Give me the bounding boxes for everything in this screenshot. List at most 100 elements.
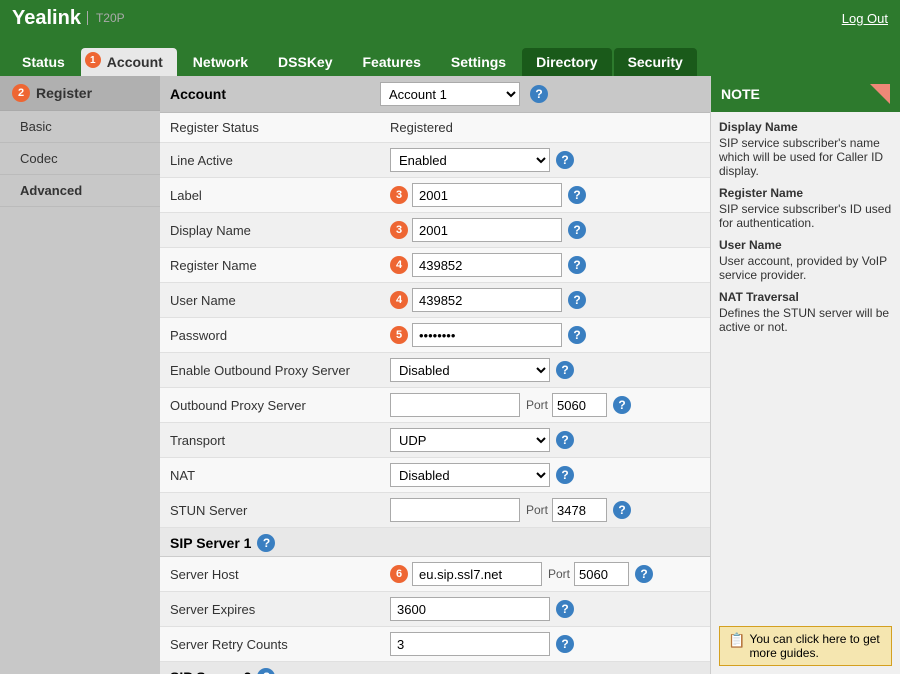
sip-server1-header: SIP Server 1 ? [160,528,710,557]
outbound-proxy-enable-select[interactable]: Disabled Enabled [390,358,550,382]
register-name-input[interactable] [412,253,562,277]
sip-server2-help[interactable]: ? [257,668,275,674]
sip1-port-label: Port [548,567,570,581]
account-select[interactable]: Account 1 Account 2 Account 3 Account 4 … [380,82,520,106]
register-status-row: Register Status Registered [160,113,710,143]
user-name-input[interactable] [412,288,562,312]
sip1-expires-help[interactable]: ? [556,600,574,618]
transport-row: Transport UDP TCP TLS DNS-NAPTR ? [160,423,710,458]
top-header: Yealink T20P Log Out [0,0,900,36]
note-guide-text: You can click here to get more guides. [749,632,883,660]
sip1-host-input[interactable] [412,562,542,586]
tab-features[interactable]: Features [349,48,435,76]
register-status-value: Registered [390,120,453,135]
tab-directory[interactable]: Directory [522,48,611,76]
display-name-help[interactable]: ? [568,221,586,239]
display-name-input[interactable] [412,218,562,242]
register-status-label: Register Status [170,120,390,135]
outbound-port-input[interactable] [552,393,607,417]
sip-server2-header: SIP Server 2 ? [160,662,710,674]
outbound-proxy-help[interactable]: ? [613,396,631,414]
nat-help[interactable]: ? [556,466,574,484]
transport-select[interactable]: UDP TCP TLS DNS-NAPTR [390,428,550,452]
outbound-proxy-server-input[interactable] [390,393,520,417]
sip1-host-help[interactable]: ? [635,565,653,583]
model-name: T20P [87,11,125,25]
register-name-help[interactable]: ? [568,256,586,274]
sip-server1-help[interactable]: ? [257,534,275,552]
sip1-expires-label: Server Expires [170,602,390,617]
sip-server1-title: SIP Server 1 [170,535,251,551]
sidebar-item-codec[interactable]: Codec [0,143,160,175]
stun-server-input[interactable] [390,498,520,522]
register-name-row: Register Name 4 ? [160,248,710,283]
password-row: Password 5 ? [160,318,710,353]
transport-label: Transport [170,433,390,448]
sip1-port-input[interactable] [574,562,629,586]
brand-name: Yealink [12,7,81,30]
form-body: Register Status Registered Line Active E… [160,113,710,674]
tab-status[interactable]: Status [8,48,79,76]
outbound-proxy-enable-label: Enable Outbound Proxy Server [170,363,390,378]
outbound-proxy-enable-help[interactable]: ? [556,361,574,379]
line-active-select[interactable]: Enabled Disabled [390,148,550,172]
logout-button[interactable]: Log Out [842,11,888,26]
nav-bar: Status 1 Account Network DSSKey Features… [0,36,900,76]
label-input[interactable] [412,183,562,207]
note-nat-text: Defines the STUN server will be active o… [719,306,892,334]
tab-dsskey[interactable]: DSSKey [264,48,346,76]
note-register-name-text: SIP service subscriber's ID used for aut… [719,202,892,230]
password-label: Password [170,328,390,343]
sip1-retry-help[interactable]: ? [556,635,574,653]
label-badge: 3 [390,186,408,204]
stun-server-row: STUN Server Port ? [160,493,710,528]
sip1-host-label: Server Host [170,567,390,582]
transport-help[interactable]: ? [556,431,574,449]
password-help[interactable]: ? [568,326,586,344]
nat-row: NAT Disabled Enabled ? [160,458,710,493]
outbound-proxy-server-label: Outbound Proxy Server [170,398,390,413]
password-input[interactable] [412,323,562,347]
sip1-host-row: Server Host 6 Port ? [160,557,710,592]
main-layout: 2 Register Basic Codec Advanced Account … [0,76,900,674]
line-active-help[interactable]: ? [556,151,574,169]
note-display-name-text: SIP service subscriber's name which will… [719,136,892,178]
outbound-proxy-enable-row: Enable Outbound Proxy Server Disabled En… [160,353,710,388]
stun-help[interactable]: ? [613,501,631,519]
display-name-label: Display Name [170,223,390,238]
register-name-label: Register Name [170,258,390,273]
tab-network[interactable]: Network [179,48,262,76]
sidebar-register-section[interactable]: 2 Register [0,76,160,111]
tab-account[interactable]: 1 Account [81,48,177,76]
register-name-badge: 4 [390,256,408,274]
sip1-retry-input[interactable] [390,632,550,656]
stun-server-label: STUN Server [170,503,390,518]
account-help-icon[interactable]: ? [530,85,548,103]
sip1-host-badge: 6 [390,565,408,583]
display-name-row: Display Name 3 ? [160,213,710,248]
sip1-retry-label: Server Retry Counts [170,637,390,652]
user-name-help[interactable]: ? [568,291,586,309]
note-user-name-text: User account, provided by VoIP service p… [719,254,892,282]
label-help[interactable]: ? [568,186,586,204]
note-guide-icon: 📋 [728,632,745,649]
line-active-row: Line Active Enabled Disabled ? [160,143,710,178]
sidebar-item-basic[interactable]: Basic [0,111,160,143]
logo: Yealink T20P [12,7,125,30]
stun-port-label: Port [526,503,548,517]
label-row: Label 3 ? [160,178,710,213]
password-badge: 5 [390,326,408,344]
note-corner-decoration [870,84,890,104]
tab-security[interactable]: Security [614,48,697,76]
tab-settings[interactable]: Settings [437,48,520,76]
note-panel: NOTE Display Name SIP service subscriber… [710,76,900,674]
sip1-expires-input[interactable] [390,597,550,621]
register-badge: 2 [12,84,30,102]
note-content: Display Name SIP service subscriber's na… [711,112,900,618]
nat-select[interactable]: Disabled Enabled [390,463,550,487]
outbound-proxy-server-row: Outbound Proxy Server Port ? [160,388,710,423]
note-guide[interactable]: 📋 You can click here to get more guides. [719,626,892,666]
label-field-label: Label [170,188,390,203]
sidebar-item-advanced[interactable]: Advanced [0,175,160,207]
stun-port-input[interactable] [552,498,607,522]
